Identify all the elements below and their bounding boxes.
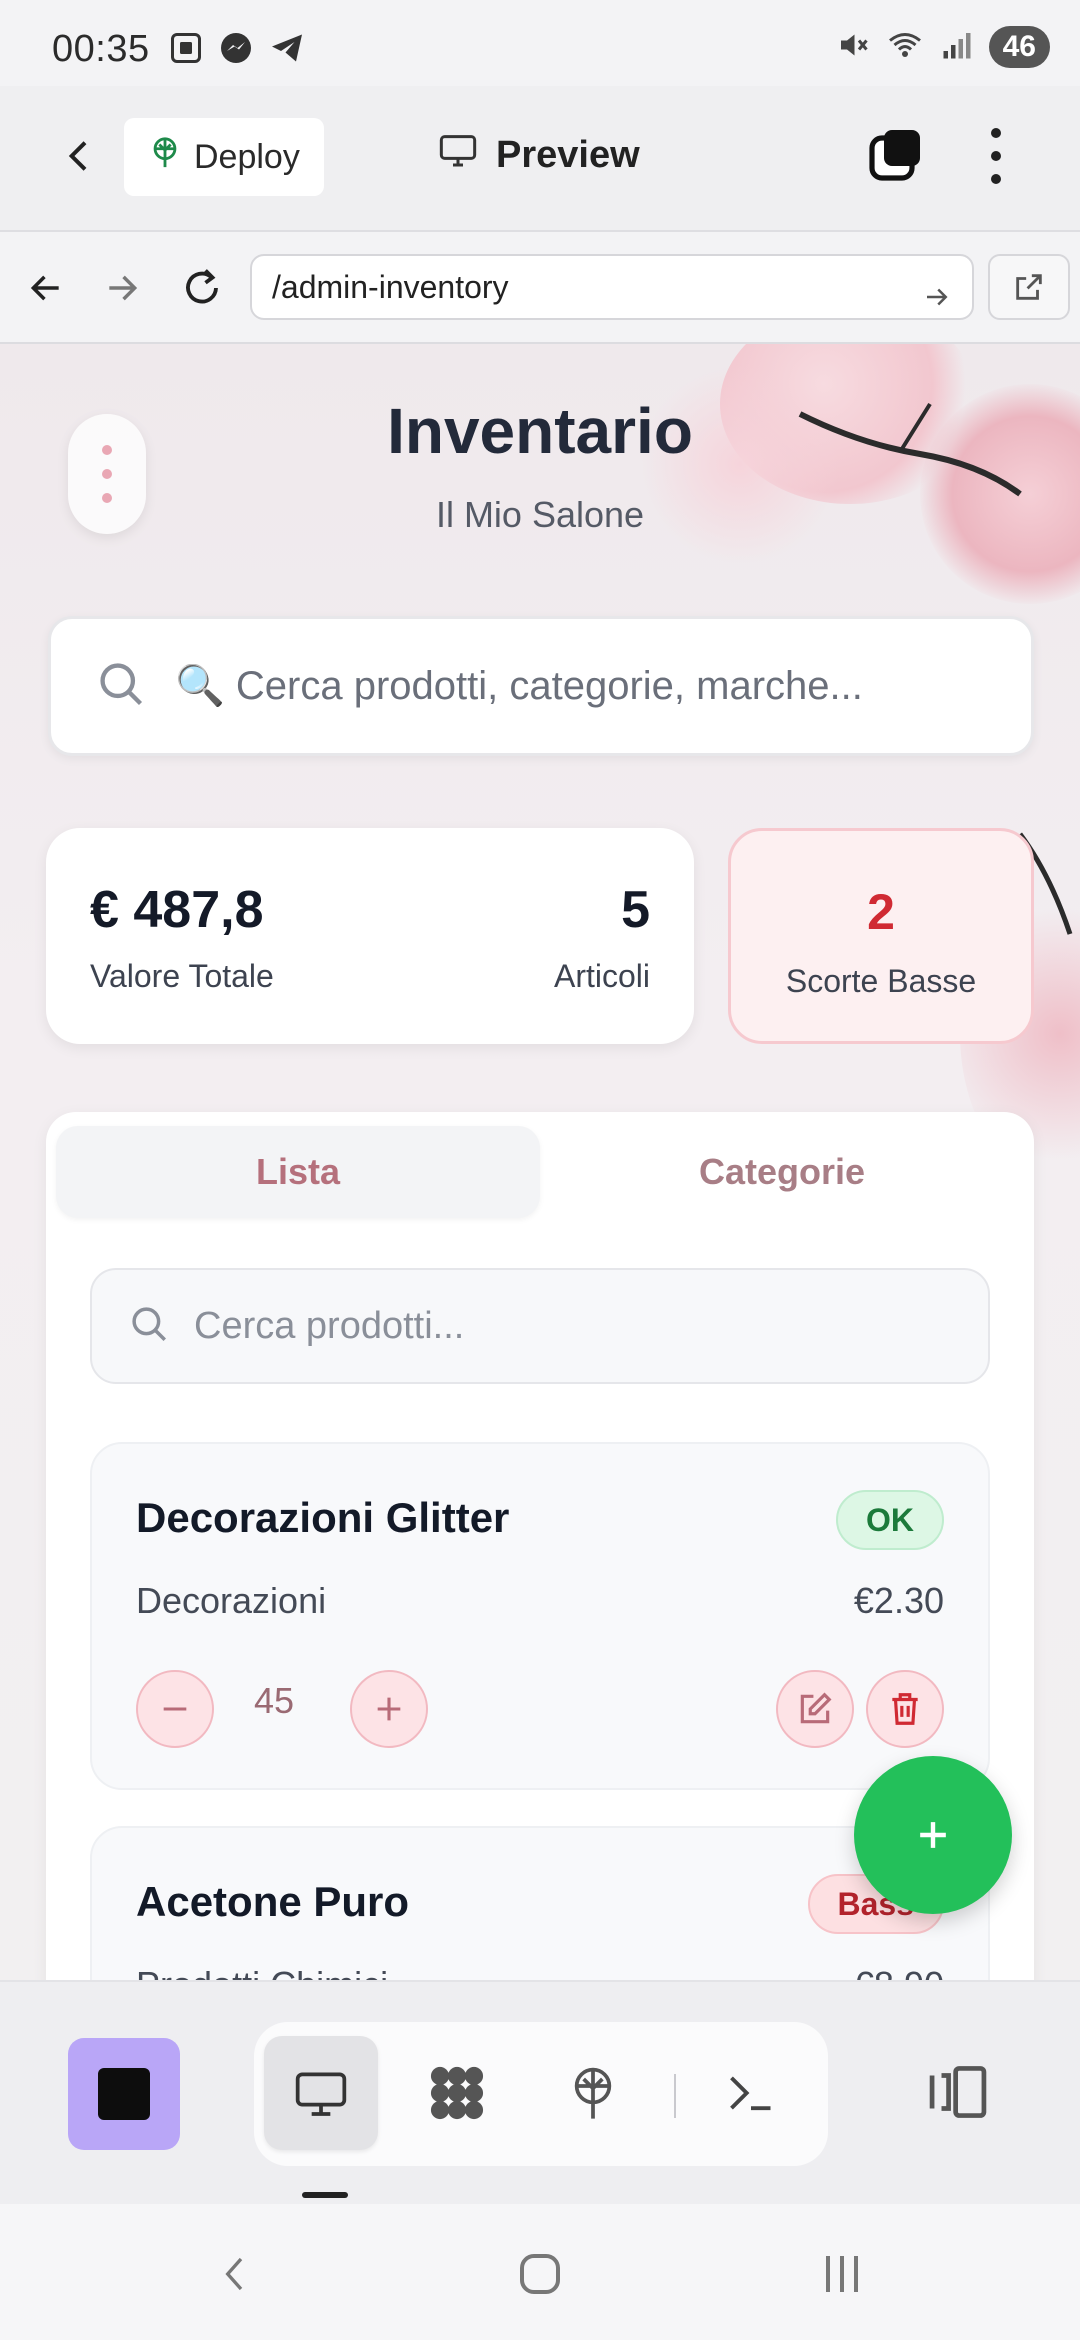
messenger-icon [218,30,254,71]
reload-button[interactable] [176,262,228,314]
battery-indicator: 46 [988,26,1050,68]
home-icon [520,2254,560,2294]
low-stock-label: Scorte Basse [785,963,977,999]
arrow-right-icon [109,275,138,301]
page-title: Inventario [387,395,693,467]
browser-back-button[interactable] [20,262,72,314]
preview-label: Preview [496,133,640,176]
reload-icon [186,269,218,304]
open-external-button[interactable] [988,254,1070,320]
search-icon [95,658,147,715]
minus-icon [163,1707,187,1711]
monitor-icon [295,2072,347,2116]
increase-quantity-button[interactable] [350,1670,428,1748]
terminal-icon [730,2076,771,2111]
product-name: Decorazioni Glitter [136,1494,510,1541]
more-options-button[interactable] [976,124,1016,188]
wifi-icon [885,27,925,68]
page-subtitle: Il Mio Salone [435,494,645,535]
add-product-button[interactable] [854,1756,1012,1914]
chevron-left-icon [68,141,87,171]
global-search-bar[interactable] [48,616,1034,756]
preview-tool-button[interactable] [264,2036,378,2150]
deploy-label: Deploy [194,137,300,176]
trash-icon [892,1693,918,1725]
edit-product-button[interactable] [776,1670,854,1748]
items-count: 5 [621,881,650,939]
search-icon [128,1303,170,1350]
total-value-label: Valore Totale [90,958,274,994]
agent-tool-button[interactable] [400,2036,514,2150]
tab-lista[interactable]: Lista [56,1126,540,1218]
plus-icon [377,1697,401,1721]
active-tab-indicator [302,2192,348,2198]
edit-icon [800,1692,832,1724]
items-label: Articoli [553,958,650,994]
app-bar: Deploy Preview [0,86,1080,232]
url-input[interactable]: /admin-inventory [250,254,974,320]
deploy-icon [148,136,182,179]
url-text: /admin-inventory [272,269,509,305]
app-switcher-button[interactable] [68,2038,180,2150]
system-home-button[interactable] [500,2242,580,2306]
notification-icons [168,30,306,71]
view-tabs: Lista Categorie [56,1126,1024,1218]
product-search-bar[interactable] [90,1268,990,1384]
ide-toolbar [0,1980,1080,2204]
shell-tool-button[interactable] [694,2036,808,2150]
total-value: € 487,8 [90,881,264,939]
system-icons: 46 [835,26,1050,68]
status-bar: 00:35 46 [0,0,1080,86]
external-link-icon [1016,274,1042,300]
low-stock-count: 2 [867,884,895,940]
screenshot-icon [168,30,204,71]
split-view-button[interactable] [920,2042,996,2142]
url-go-icon[interactable] [922,270,952,332]
system-recents-button[interactable] [802,2242,882,2306]
arrow-left-icon [30,275,59,301]
tabs-button[interactable] [866,126,926,186]
preview-tab[interactable]: Preview [436,130,640,180]
split-view-icon [929,2066,987,2118]
signal-icon [939,27,975,68]
product-category: Decorazioni [136,1580,327,1621]
telegram-icon [268,30,306,71]
product-quantity: 45 [253,1680,295,1721]
recents-icon [826,2256,858,2292]
tabs-icon [869,130,920,181]
browser-forward-button[interactable] [96,262,148,314]
status-time: 00:35 [52,28,150,70]
product-search-input[interactable] [194,1304,954,1348]
system-back-button[interactable] [196,2242,276,2306]
system-nav-bar [0,2204,1080,2340]
product-card[interactable]: Decorazioni Glitter OK Decorazioni €2.30… [90,1442,990,1790]
delete-product-button[interactable] [866,1670,944,1748]
tab-categorie[interactable]: Categorie [540,1126,1024,1218]
deploy-button[interactable]: Deploy [124,118,324,196]
chevron-left-icon [225,2257,243,2291]
web-content: Inventario Il Mio Salone € 487,8 Valore … [0,344,1080,1980]
status-badge: OK [836,1490,944,1550]
divider [674,2074,676,2118]
browser-toolbar: /admin-inventory [0,232,1080,344]
product-price: €2.30 [853,1580,944,1621]
product-category: Prodotti Chimici [136,1964,388,1980]
mute-icon [835,27,871,68]
global-search-input[interactable] [175,663,995,709]
tool-group [254,2022,828,2166]
plus-icon [920,1822,946,1848]
agent-icon [430,2066,484,2120]
low-stock-card[interactable]: 2 Scorte Basse [728,828,1034,1044]
decrease-quantity-button[interactable] [136,1670,214,1748]
back-button[interactable] [52,128,108,184]
summary-card: € 487,8 Valore Totale 5 Articoli [46,828,694,1044]
deploy-tool-button[interactable] [536,2036,650,2150]
monitor-icon [436,130,480,180]
product-name: Acetone Puro [136,1878,410,1925]
deploy-icon [574,2067,612,2119]
product-price: €8.90 [854,1964,944,1980]
